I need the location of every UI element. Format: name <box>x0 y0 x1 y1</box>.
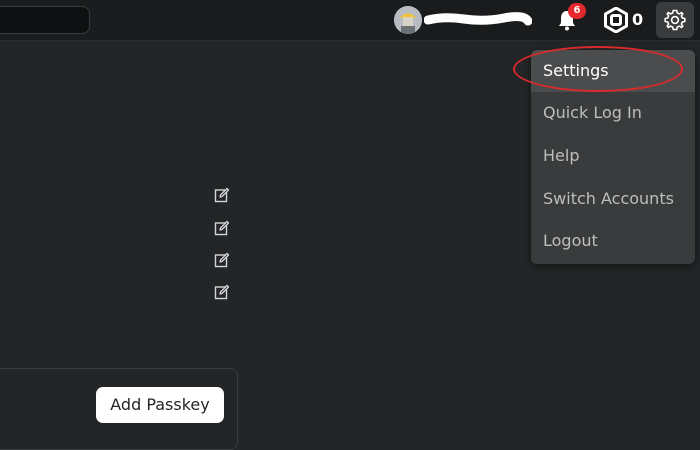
settings-dropdown-menu: Settings Quick Log In Help Switch Accoun… <box>531 50 695 264</box>
edit-icon[interactable] <box>214 252 230 268</box>
gear-icon <box>664 9 686 31</box>
settings-gear-button[interactable] <box>656 2 694 38</box>
notification-badge: 6 <box>568 3 586 19</box>
robux-count: 0 <box>632 10 644 29</box>
robux-icon[interactable] <box>603 7 629 33</box>
search-input[interactable] <box>0 6 90 34</box>
edit-icon[interactable] <box>214 220 230 236</box>
menu-item-logout[interactable]: Logout <box>531 220 695 262</box>
redacted-username <box>424 12 532 26</box>
top-navigation-bar: 6 0 <box>0 0 700 41</box>
menu-item-quick-log-in[interactable]: Quick Log In <box>531 92 695 134</box>
menu-item-switch-accounts[interactable]: Switch Accounts <box>531 178 695 220</box>
edit-icon[interactable] <box>214 187 230 203</box>
add-passkey-button[interactable]: Add Passkey <box>96 387 224 423</box>
edit-icon[interactable] <box>214 284 230 300</box>
avatar[interactable] <box>394 6 422 34</box>
menu-item-help[interactable]: Help <box>531 135 695 177</box>
menu-item-settings[interactable]: Settings <box>531 50 695 92</box>
avatar-icon <box>394 6 422 34</box>
